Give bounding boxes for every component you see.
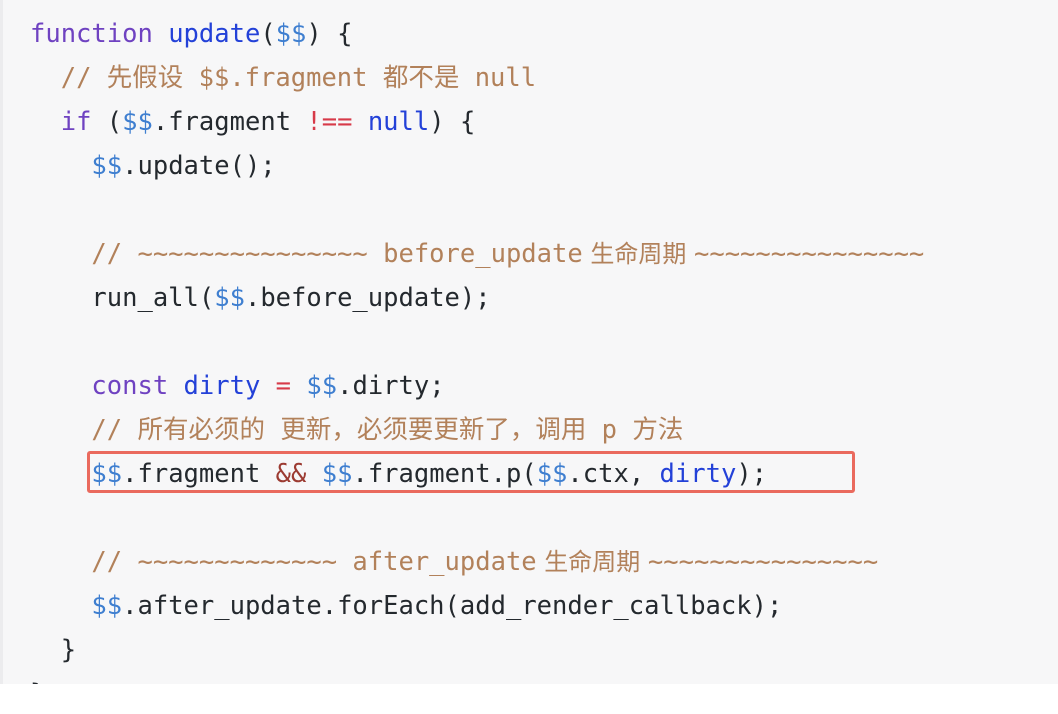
operator-logical-and: && — [275, 459, 307, 489]
keyword-function: function — [30, 19, 153, 49]
property-dirty: .dirty; — [337, 371, 445, 401]
variable-dollar-dollar: $$ — [536, 459, 568, 489]
comment-before-update-prefix: // ~~~~~~~~~~~~~~~ — [91, 239, 384, 269]
variable-dollar-dollar: $$ — [275, 19, 307, 49]
variable-dollar-dollar: $$ — [122, 107, 153, 137]
comment-after-update-name: after_update — [352, 547, 537, 577]
keyword-if: if — [60, 107, 92, 137]
comment-after-update-suffix: ~~~~~~~~~~~~~~~ — [647, 547, 879, 577]
paren-close-brace-open: ) { — [429, 107, 476, 137]
close-paren-semicolon: ); — [751, 591, 783, 621]
argument-dirty: dirty — [659, 459, 737, 489]
identifier-dirty: dirty — [183, 371, 261, 401]
code-line-1: function update($$) { — [30, 12, 1058, 56]
call-run-all: run_all( — [91, 283, 215, 313]
code-line-5-blank — [30, 188, 1058, 232]
code-line-list: function update($$) { // 先假设 $$.fragment… — [3, 12, 1058, 684]
close-paren-semicolon: ); — [736, 459, 768, 489]
operator-assign: = — [275, 371, 292, 401]
comment-before-update-name: before_update — [383, 239, 583, 269]
comment-must-update: // 所有必须的 更新，必须要更新了，调用 p 方法 — [91, 415, 684, 445]
call-update: .update(); — [122, 151, 276, 181]
code-line-15: } — [30, 628, 1058, 672]
code-line-9: const dirty = $$.dirty; — [30, 364, 1058, 408]
property-fragment: .fragment — [152, 107, 292, 137]
code-line-16: } — [30, 672, 1058, 684]
comment-after-update-prefix: // ~~~~~~~~~~~~~ — [91, 547, 353, 577]
code-line-6: // ~~~~~~~~~~~~~~~ before_update 生命周期 ~~… — [30, 232, 1058, 276]
variable-dollar-dollar: $$ — [91, 591, 123, 621]
variable-dollar-dollar: $$ — [91, 459, 123, 489]
close-paren-semicolon: ); — [459, 283, 491, 313]
paren-close-brace-open: ) { — [306, 19, 353, 49]
literal-null: null — [367, 107, 430, 137]
variable-dollar-dollar: $$ — [91, 151, 123, 181]
variable-dollar-dollar: $$ — [214, 283, 245, 313]
argument-add-render-callback: add_render_callback — [459, 591, 752, 621]
variable-dollar-dollar: $$ — [321, 459, 353, 489]
variable-dollar-dollar: $$ — [306, 371, 338, 401]
comment-before-update-suffix: ~~~~~~~~~~~~~~~ — [693, 239, 925, 269]
brace-close-inner: } — [30, 635, 77, 665]
comment-lifecycle-label: 生命周期 — [536, 548, 648, 576]
code-line-12-blank — [30, 496, 1058, 540]
code-line-2: // 先假设 $$.fragment 都不是 null — [30, 56, 1058, 100]
property-fragment-p-call: .fragment.p( — [352, 459, 537, 489]
property-ctx: .ctx, — [567, 459, 660, 489]
code-line-7: run_all($$.before_update); — [30, 276, 1058, 320]
property-after-update-foreach: .after_update.forEach( — [122, 591, 460, 621]
code-line-14: $$.after_update.forEach(add_render_callb… — [30, 584, 1058, 628]
paren-open: ( — [91, 107, 123, 137]
code-line-11: $$.fragment && $$.fragment.p($$.ctx, dir… — [30, 452, 1058, 496]
code-line-4: $$.update(); — [30, 144, 1058, 188]
function-name-update: update — [168, 19, 261, 49]
operator-strict-not-equal: !== — [306, 107, 353, 137]
highlighted-code-line-wrapper: $$.fragment && $$.fragment.p($$.ctx, dir… — [30, 451, 1058, 496]
comment-assume-fragment: // 先假设 $$.fragment 都不是 null — [60, 63, 537, 93]
code-line-10: // 所有必须的 更新，必须要更新了，调用 p 方法 — [30, 408, 1058, 452]
code-line-8-blank — [30, 320, 1058, 364]
paren-open: ( — [260, 19, 276, 49]
property-before-update: .before_update — [244, 283, 460, 313]
keyword-const: const — [91, 371, 169, 401]
code-block: function update($$) { // 先假设 $$.fragment… — [0, 0, 1058, 684]
property-fragment: .fragment — [122, 459, 261, 489]
comment-lifecycle-label: 生命周期 — [582, 240, 694, 268]
code-line-3: if ($$.fragment !== null) { — [30, 100, 1058, 144]
code-line-13: // ~~~~~~~~~~~~~ after_update 生命周期 ~~~~~… — [30, 540, 1058, 584]
brace-close-outer: } — [30, 679, 45, 684]
